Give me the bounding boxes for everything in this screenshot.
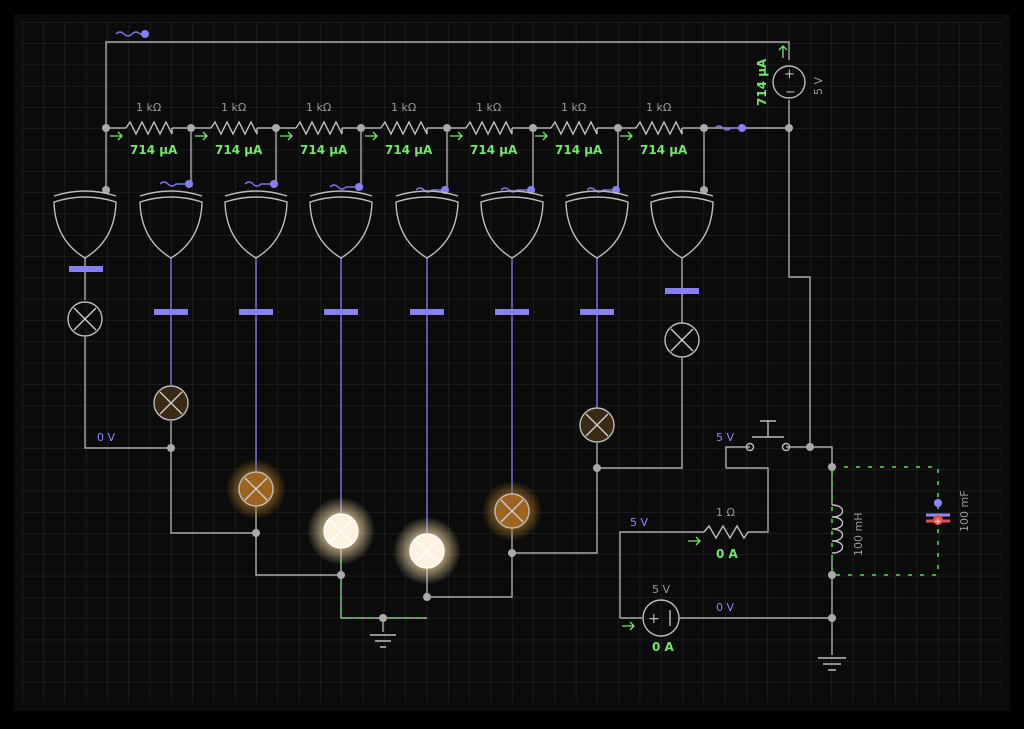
ground-node-voltage: 0 V	[716, 601, 734, 614]
resistor-current: 714 µA	[555, 143, 603, 157]
plus-icon: +	[648, 611, 660, 627]
resistor-value: 1 kΩ	[391, 101, 416, 114]
led-bar	[324, 309, 358, 315]
switch-node-voltage: 5 V	[716, 431, 734, 444]
resistor-value: 1 kΩ	[306, 101, 331, 114]
bottom-source-current: 0 A	[652, 640, 675, 654]
circuit-diagram[interactable]: 1 kΩ 714 µA 1 kΩ 714 µA 1 kΩ 714 µA 1 kΩ 714 µA…	[0, 0, 1024, 725]
led-bar	[69, 266, 103, 272]
resistor-node-voltage: 5 V	[630, 516, 648, 529]
left-node-voltage: 0 V	[97, 431, 115, 444]
top-source-voltage: 5 V	[812, 77, 825, 95]
lamp-icon[interactable]	[226, 459, 286, 519]
resistor-value: 1 kΩ	[136, 101, 161, 114]
led-bar	[580, 309, 614, 315]
lamp-icon[interactable]	[579, 407, 615, 443]
resistor-current: 714 µA	[385, 143, 433, 157]
circuit-canvas[interactable]: 1 kΩ 714 µA 1 kΩ 714 µA 1 kΩ 714 µA 1 kΩ 714 µA…	[0, 0, 1024, 725]
top-source-current: 714 µA	[755, 58, 769, 106]
resistor-value: 1 kΩ	[476, 101, 501, 114]
bottom-source-voltage: 5 V	[652, 583, 670, 596]
led-bar	[410, 309, 444, 315]
lamp-icon[interactable]	[482, 481, 542, 541]
minus-icon: −	[785, 85, 796, 100]
inductor-value: 100 mH	[852, 513, 865, 556]
led-bar	[239, 309, 273, 315]
led-bar	[154, 309, 188, 315]
led-bar	[665, 288, 699, 294]
small-resistor-value: 1 Ω	[716, 506, 735, 519]
capacitor-value: 100 mF	[958, 490, 971, 532]
resistor-current: 714 µA	[215, 143, 263, 157]
plus-icon: +	[934, 517, 942, 527]
resistor-current: 714 µA	[300, 143, 348, 157]
resistor-value: 1 kΩ	[221, 101, 246, 114]
resistor-value: 1 kΩ	[561, 101, 586, 114]
led-bar	[495, 309, 529, 315]
resistor-value: 1 kΩ	[646, 101, 671, 114]
plus-icon: +	[784, 67, 795, 82]
resistor-current: 714 µA	[130, 143, 178, 157]
resistor-current: 714 µA	[640, 143, 688, 157]
lamp-icon[interactable]	[393, 517, 461, 585]
lamp-icon[interactable]	[307, 497, 375, 565]
lamp-icon[interactable]	[153, 385, 189, 421]
resistor-current: 714 µA	[470, 143, 518, 157]
small-resistor-current: 0 A	[716, 547, 739, 561]
